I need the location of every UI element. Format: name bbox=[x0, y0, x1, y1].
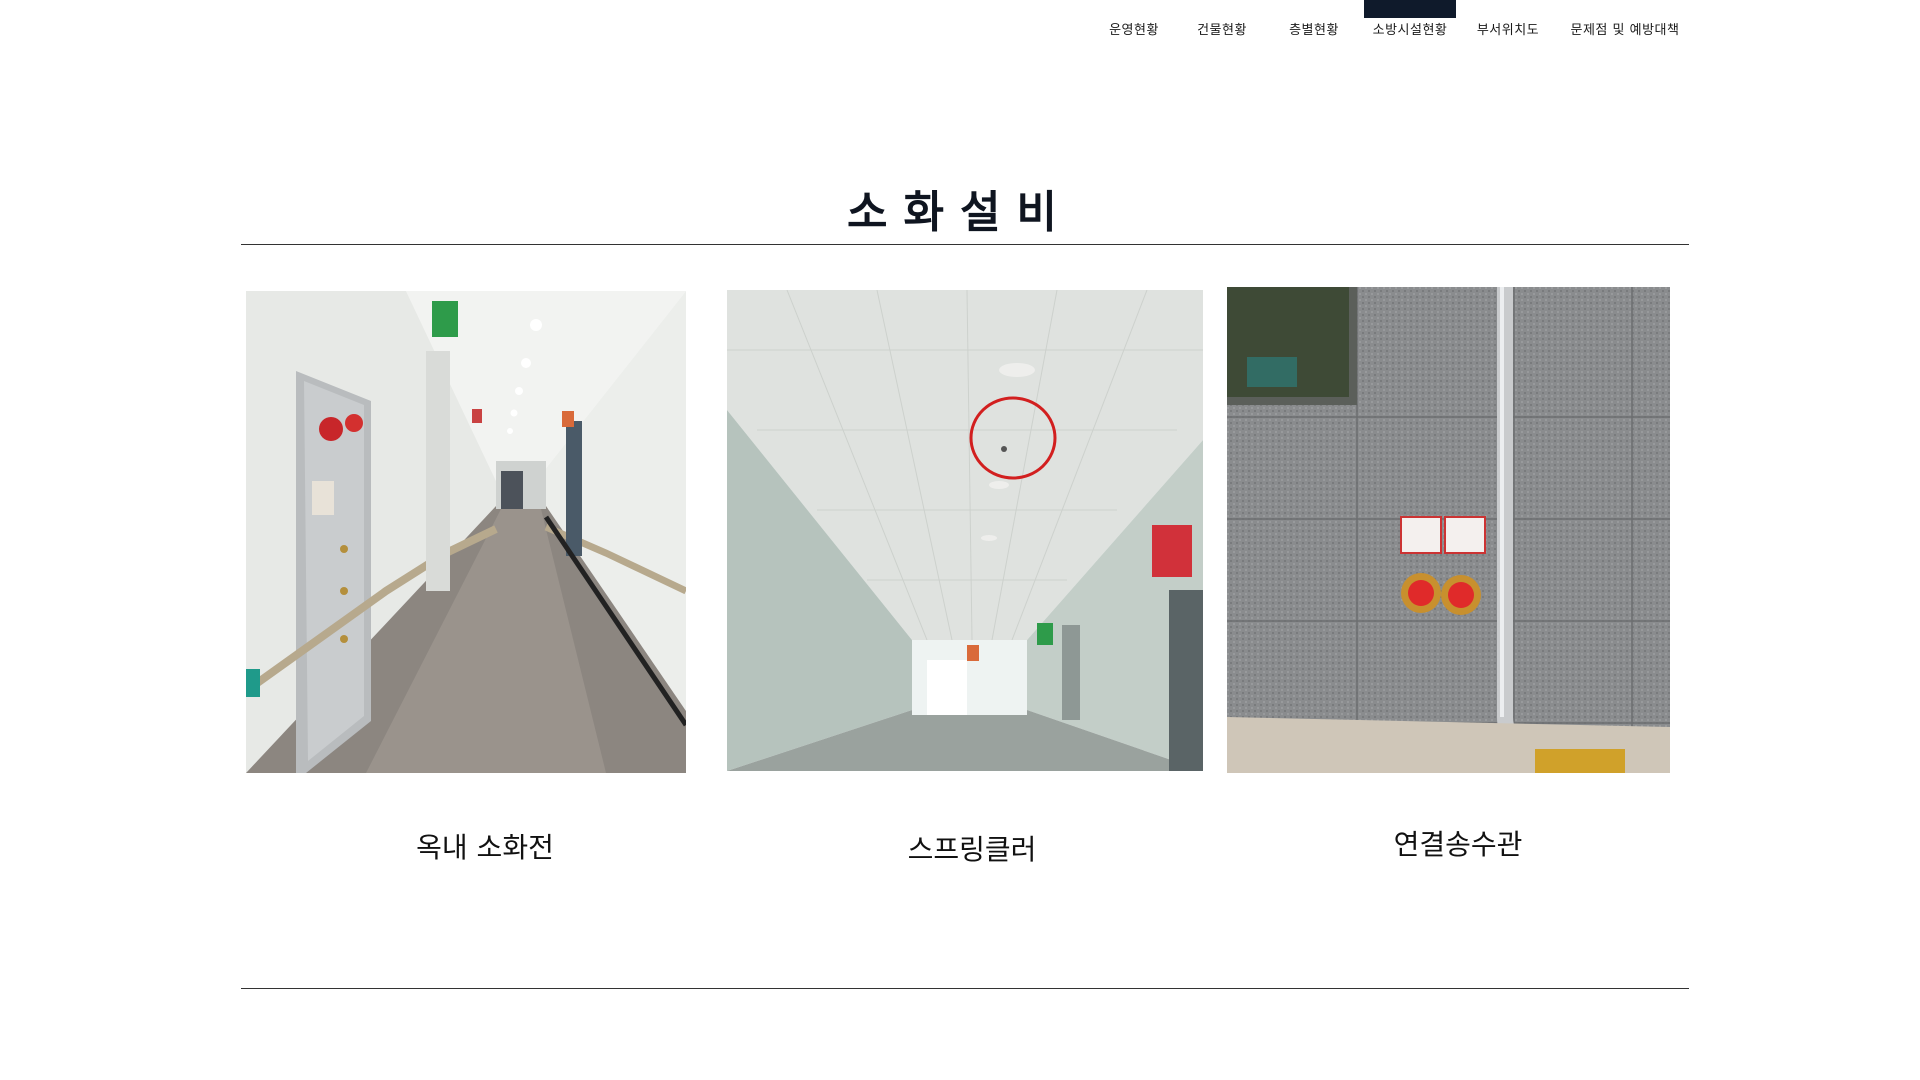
nav-item-label: 운영현황 bbox=[1109, 22, 1159, 38]
nav-item-operation-status[interactable]: 운영현황 bbox=[1092, 0, 1176, 56]
standpipe-image bbox=[1227, 287, 1670, 773]
nav-item-department-map[interactable]: 부서위치도 bbox=[1456, 0, 1560, 56]
indoor-hydrant-photo[interactable] bbox=[246, 291, 686, 773]
nav-item-problems-prevention[interactable]: 문제점 및 예방대책 bbox=[1560, 0, 1690, 56]
divider-top bbox=[241, 244, 1689, 245]
nav-item-label: 건물현황 bbox=[1197, 22, 1247, 38]
nav-item-fire-facility-status[interactable]: 소방시설현황 bbox=[1364, 0, 1456, 56]
active-indicator bbox=[1364, 0, 1456, 18]
nav-item-label: 문제점 및 예방대책 bbox=[1570, 22, 1680, 38]
nav-item-label: 부서위치도 bbox=[1476, 22, 1540, 38]
indoor-hydrant-image bbox=[246, 291, 686, 773]
nav-item-building-status[interactable]: 건물현황 bbox=[1176, 0, 1268, 56]
caption-sprinkler: 스프링클러 bbox=[907, 833, 1037, 866]
caption-indoor-hydrant: 옥내 소화전 bbox=[416, 831, 554, 864]
sprinkler-photo[interactable] bbox=[727, 290, 1203, 771]
nav-item-label: 층별현황 bbox=[1289, 22, 1339, 38]
standpipe-photo[interactable] bbox=[1227, 287, 1670, 773]
top-nav: 운영현황 건물현황 층별현황 소방시설현황 부서위치도 문제점 및 예방대책 bbox=[1080, 0, 1690, 60]
page: 운영현황 건물현황 층별현황 소방시설현황 부서위치도 문제점 및 예방대책 소… bbox=[0, 0, 1920, 1080]
sprinkler-image bbox=[727, 290, 1203, 771]
divider-bottom bbox=[241, 988, 1689, 989]
nav-item-floor-status[interactable]: 층별현황 bbox=[1268, 0, 1360, 56]
nav-item-label: 소방시설현황 bbox=[1372, 22, 1448, 38]
caption-standpipe: 연결송수관 bbox=[1393, 828, 1523, 861]
section-title: 소화설비 bbox=[847, 187, 1073, 238]
